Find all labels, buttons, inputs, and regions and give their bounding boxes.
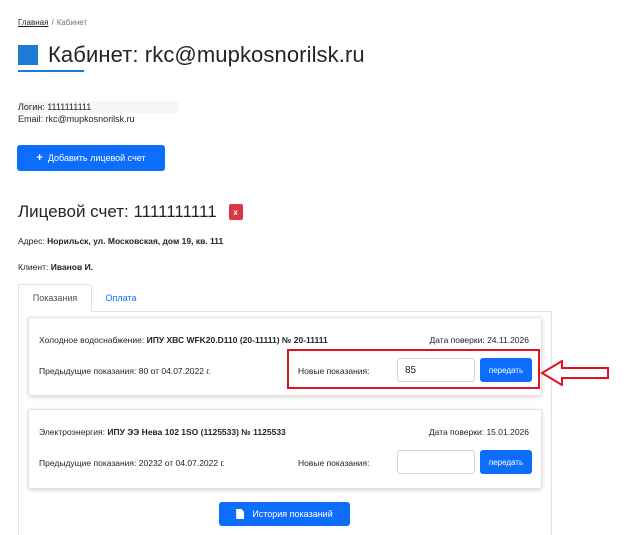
delete-account-button[interactable]: x [228, 204, 243, 220]
meter-device: ИПУ ЭЭ Нева 102 1SO (1125533) № 1125533 [107, 427, 286, 437]
breadcrumb-home-link[interactable]: Главная [18, 18, 48, 27]
plus-icon: + [36, 152, 43, 164]
annotation-highlight-box [287, 349, 540, 389]
add-account-button[interactable]: + Добавить лицевой счет [17, 145, 165, 171]
left-arrow-icon [540, 360, 609, 386]
breadcrumb-separator: / [51, 18, 54, 27]
meter-device: ИПУ ХВС WFK20.D110 (20-11111) № 20-11111 [146, 335, 328, 345]
verify-date-line: Дата поверки: 15.01.2026 [429, 427, 529, 437]
address-value: Норильск, ул. Московская, дом 19, кв. 11… [47, 236, 224, 246]
page-title: Кабинет: rkc@mupkosnorilsk.ru [48, 42, 365, 67]
title-square-icon [18, 45, 38, 65]
history-label: История показаний [252, 509, 333, 519]
tab-bar: Показания Оплата [18, 284, 552, 312]
new-reading-input[interactable] [397, 450, 475, 474]
add-account-label: Добавить лицевой счет [47, 153, 146, 163]
email-value: rkc@mupkosnorilsk.ru [45, 114, 135, 124]
login-value: 1111111111 [47, 102, 92, 112]
verify-date: 24.11.2026 [487, 335, 529, 345]
verify-label: Дата поверки: [428, 427, 485, 437]
login-label: Логин: [18, 102, 45, 112]
verify-label: Дата поверки: [429, 335, 485, 345]
meter-service: Электроэнергия: [39, 427, 105, 437]
login-row: Логин: 1111111111 [18, 101, 178, 113]
meter-card-electricity: Электроэнергия: ИПУ ЭЭ Нева 102 1SO (112… [28, 409, 542, 489]
tab-readings[interactable]: Показания [18, 284, 92, 312]
verify-date-line: Дата поверки: 24.11.2026 [429, 335, 529, 345]
previous-reading-label: Предыдущие показания: [39, 366, 137, 376]
account-heading: Лицевой счет: 1111111111 x [18, 202, 243, 222]
meter-device-line: Электроэнергия: ИПУ ЭЭ Нева 102 1SO (112… [39, 427, 286, 437]
history-button[interactable]: История показаний [219, 502, 350, 526]
send-reading-button[interactable]: передать [480, 450, 532, 474]
previous-reading-value: 20232 от 04.07.2022 г. [138, 458, 225, 468]
tab-payment[interactable]: Оплата [92, 284, 150, 312]
meter-device-line: Холодное водоснабжение: ИПУ ХВС WFK20.D1… [39, 335, 328, 345]
previous-reading-value: 80 от 04.07.2022 г. [138, 366, 211, 376]
address-label: Адрес: [18, 236, 45, 246]
new-reading-label: Новые показания: [298, 458, 370, 468]
client-line: Клиент: Иванов И. [18, 262, 93, 272]
client-label: Клиент: [18, 262, 49, 272]
breadcrumb-current: Кабинет [56, 18, 88, 27]
account-title: Лицевой счет: 1111111111 [18, 202, 217, 221]
email-label: Email: [18, 114, 44, 124]
meter-service: Холодное водоснабжение: [39, 335, 145, 345]
title-underline [18, 70, 84, 72]
previous-reading: Предыдущие показания: 80 от 04.07.2022 г… [39, 366, 211, 376]
address-line: Адрес: Норильск, ул. Московская, дом 19,… [18, 236, 223, 246]
previous-reading-label: Предыдущие показания: [39, 458, 137, 468]
previous-reading: Предыдущие показания: 20232 от 04.07.202… [39, 458, 225, 468]
client-value: Иванов И. [50, 262, 94, 272]
user-info: Логин: 1111111111 Email: rkc@mupkosnoril… [18, 101, 178, 125]
verify-date: 15.01.2026 [486, 427, 529, 437]
page-title-block: Кабинет: rkc@mupkosnorilsk.ru [18, 42, 365, 68]
email-row: Email: rkc@mupkosnorilsk.ru [18, 113, 178, 125]
document-icon [236, 509, 245, 519]
breadcrumb: Главная / Кабинет [18, 18, 87, 27]
